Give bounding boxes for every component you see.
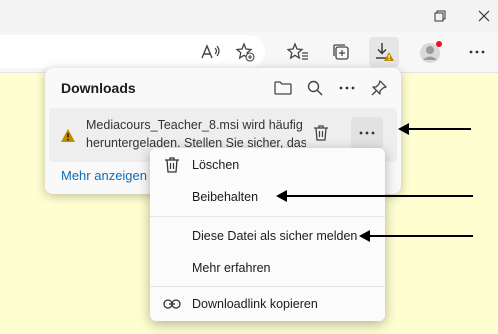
panel-title: Downloads (61, 80, 136, 96)
annotation-arrow (276, 190, 473, 202)
star-add-icon (235, 42, 255, 62)
warning-icon (54, 121, 82, 149)
menu-separator (150, 216, 385, 217)
profile-button[interactable] (416, 37, 446, 67)
more-horizontal-icon (339, 86, 355, 90)
favorites-button[interactable] (283, 37, 313, 67)
collections-icon (333, 44, 349, 60)
restore-button[interactable] (430, 6, 450, 26)
folder-icon (274, 81, 292, 95)
trash-icon (163, 156, 181, 174)
delete-download-button[interactable] (307, 119, 335, 147)
menu-item-label: Beibehalten (192, 190, 259, 204)
annotation-arrow (398, 123, 471, 135)
add-favorite-button[interactable] (230, 37, 260, 67)
menu-item-copy-link[interactable]: Downloadlink kopieren (150, 287, 385, 321)
panel-more-button[interactable] (333, 74, 361, 102)
collections-button[interactable] (326, 37, 356, 67)
pin-panel-button[interactable] (365, 74, 393, 102)
close-window-button[interactable] (474, 6, 494, 26)
search-downloads-button[interactable] (301, 74, 329, 102)
annotation-arrow (359, 230, 473, 242)
search-icon (307, 80, 323, 96)
menu-item-delete[interactable]: Löschen (150, 148, 385, 182)
favorites-icon (287, 42, 308, 60)
more-horizontal-icon (359, 131, 375, 135)
menu-item-label: Mehr erfahren (192, 261, 271, 275)
read-aloud-icon (201, 44, 220, 59)
more-horizontal-icon (469, 50, 485, 54)
download-warning-text: Mediacours_Teacher_8.msi wird häufig nic… (86, 116, 306, 152)
menu-item-report-safe[interactable]: Diese Datei als sicher melden (150, 219, 385, 253)
pin-icon (371, 80, 387, 96)
menu-item-keep[interactable]: Beibehalten (150, 180, 385, 214)
menu-item-label: Diese Datei als sicher melden (192, 229, 358, 243)
read-aloud-button[interactable] (196, 37, 226, 67)
trash-icon (314, 125, 328, 141)
settings-menu-button[interactable] (462, 37, 492, 67)
close-icon (478, 10, 490, 22)
menu-item-label: Löschen (192, 158, 240, 172)
menu-item-label: Downloadlink kopieren (192, 297, 318, 311)
download-icon (376, 43, 394, 61)
title-bar (0, 0, 498, 32)
menu-item-learn-more[interactable]: Mehr erfahren (150, 251, 385, 285)
avatar-icon (420, 41, 442, 63)
download-context-menu: Löschen Beibehalten Diese Datei als sich… (150, 148, 385, 321)
browser-toolbar (0, 32, 498, 73)
downloads-button[interactable] (369, 37, 399, 67)
restore-icon (434, 10, 446, 22)
download-more-actions-button[interactable] (351, 117, 383, 149)
open-folder-button[interactable] (269, 74, 297, 102)
show-more-link[interactable]: Mehr anzeigen (61, 168, 147, 183)
download-warning-line1: Mediacours_Teacher_8.msi wird häufig nic… (86, 118, 306, 132)
link-icon (163, 295, 181, 313)
